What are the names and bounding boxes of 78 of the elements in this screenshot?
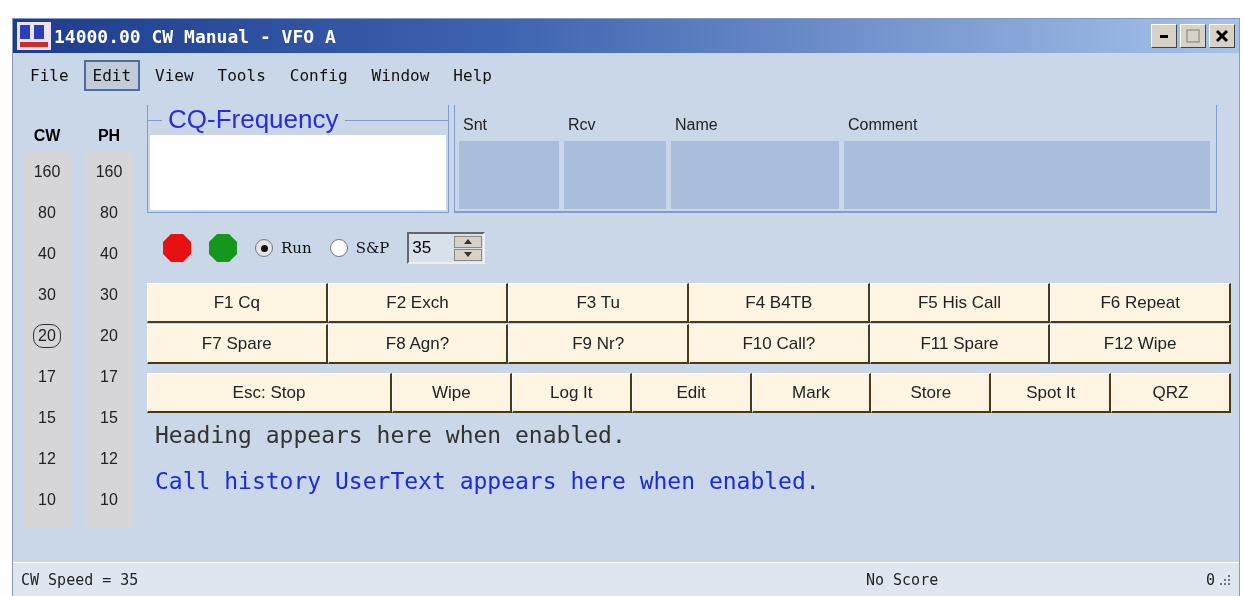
- band-item[interactable]: 10: [23, 479, 71, 520]
- function-key-button[interactable]: F11 Spare: [869, 324, 1051, 364]
- entry-field[interactable]: [459, 141, 559, 209]
- function-key-button[interactable]: F4 B4TB: [689, 283, 870, 323]
- menu-item[interactable]: File: [21, 60, 78, 91]
- function-key-button[interactable]: QRZ: [1111, 373, 1231, 413]
- band-item[interactable]: 15: [23, 397, 71, 438]
- function-key-button[interactable]: F1 Cq: [147, 283, 328, 323]
- band-item[interactable]: 12: [85, 438, 133, 479]
- band-item[interactable]: 10: [85, 479, 133, 520]
- function-key-button[interactable]: F9 Nr?: [508, 324, 689, 364]
- band-item[interactable]: 80: [85, 192, 133, 233]
- maximize-button[interactable]: [1180, 24, 1206, 48]
- score-status: No Score: [865, 571, 940, 589]
- app-icon: [17, 22, 51, 50]
- band-item[interactable]: 20: [23, 315, 71, 356]
- menu-item[interactable]: Window: [362, 60, 439, 91]
- band-item[interactable]: 40: [23, 233, 71, 274]
- menu-item[interactable]: Tools: [208, 60, 275, 91]
- function-key-button[interactable]: F10 Call?: [689, 324, 870, 364]
- band-column-heading: CW: [32, 126, 62, 146]
- band-item[interactable]: 12: [23, 438, 71, 479]
- heading-text: Heading appears here when enabled.: [154, 421, 627, 450]
- entry-field[interactable]: [844, 141, 1210, 209]
- field-label: Snt: [462, 115, 488, 135]
- entry-field[interactable]: [671, 141, 839, 209]
- function-key-button[interactable]: Esc: Stop: [147, 373, 392, 413]
- function-key-button[interactable]: Log It: [511, 373, 632, 413]
- band-item[interactable]: 160: [23, 151, 71, 192]
- window-title: 14000.00 CW Manual - VFO A: [54, 25, 337, 47]
- mode-radio[interactable]: Run: [255, 239, 312, 257]
- band-column-heading: PH: [96, 126, 122, 146]
- minimize-button[interactable]: [1151, 24, 1177, 48]
- mode-radio[interactable]: S&P: [329, 239, 390, 257]
- entry-field[interactable]: [564, 141, 666, 209]
- resize-grip-icon: [1219, 574, 1231, 586]
- speed-field[interactable]: 35: [409, 237, 455, 259]
- field-label: Comment: [847, 115, 919, 135]
- user-text: Call history UserText appears here when enabled.: [154, 467, 821, 496]
- function-key-button[interactable]: F6 Repeat: [1050, 283, 1231, 323]
- minimize-icon: [1160, 34, 1168, 38]
- menu-item[interactable]: Help: [444, 60, 501, 91]
- band-item[interactable]: 15: [85, 397, 133, 438]
- close-icon: [1215, 29, 1229, 43]
- band-item[interactable]: 17: [23, 356, 71, 397]
- function-key-button[interactable]: F7 Spare: [147, 324, 328, 364]
- function-key-button[interactable]: Wipe: [392, 373, 512, 413]
- speed-spinner[interactable]: 35: [407, 232, 486, 264]
- band-item[interactable]: 30: [85, 274, 133, 315]
- function-key-button[interactable]: F12 Wipe: [1050, 324, 1231, 364]
- spin-up-button[interactable]: [454, 235, 483, 248]
- band-item[interactable]: 80: [23, 192, 71, 233]
- band-item[interactable]: 20: [85, 315, 133, 356]
- function-key-button[interactable]: Store: [871, 373, 992, 413]
- function-key-button[interactable]: Edit: [631, 373, 752, 413]
- function-key-button[interactable]: F5 His Call: [869, 283, 1051, 323]
- up-arrow-icon: [464, 239, 473, 244]
- spin-down-button[interactable]: [454, 248, 483, 261]
- function-key-button[interactable]: Spot It: [991, 373, 1112, 413]
- field-label: Name: [674, 115, 719, 135]
- menu-item[interactable]: Edit: [83, 60, 141, 91]
- function-key-button[interactable]: F3 Tu: [508, 283, 689, 323]
- menu-item[interactable]: Config: [280, 60, 357, 91]
- field-label: Rcv: [567, 115, 597, 135]
- function-key-button[interactable]: F8 Agn?: [327, 324, 509, 364]
- function-key-button[interactable]: Mark: [751, 373, 872, 413]
- menu-item[interactable]: View: [146, 60, 203, 91]
- close-button[interactable]: [1209, 24, 1235, 48]
- cq-frequency-field[interactable]: [150, 135, 446, 210]
- function-key-button[interactable]: F2 Exch: [327, 283, 509, 323]
- band-item[interactable]: 17: [85, 356, 133, 397]
- band-item[interactable]: 160: [85, 151, 133, 192]
- count-status: 0: [1205, 571, 1215, 589]
- cw-speed-status: CW Speed = 35: [21, 571, 140, 589]
- band-item[interactable]: 40: [85, 233, 133, 274]
- down-arrow-icon: [464, 252, 473, 257]
- maximize-icon: [1186, 29, 1200, 43]
- band-item[interactable]: 30: [23, 274, 71, 315]
